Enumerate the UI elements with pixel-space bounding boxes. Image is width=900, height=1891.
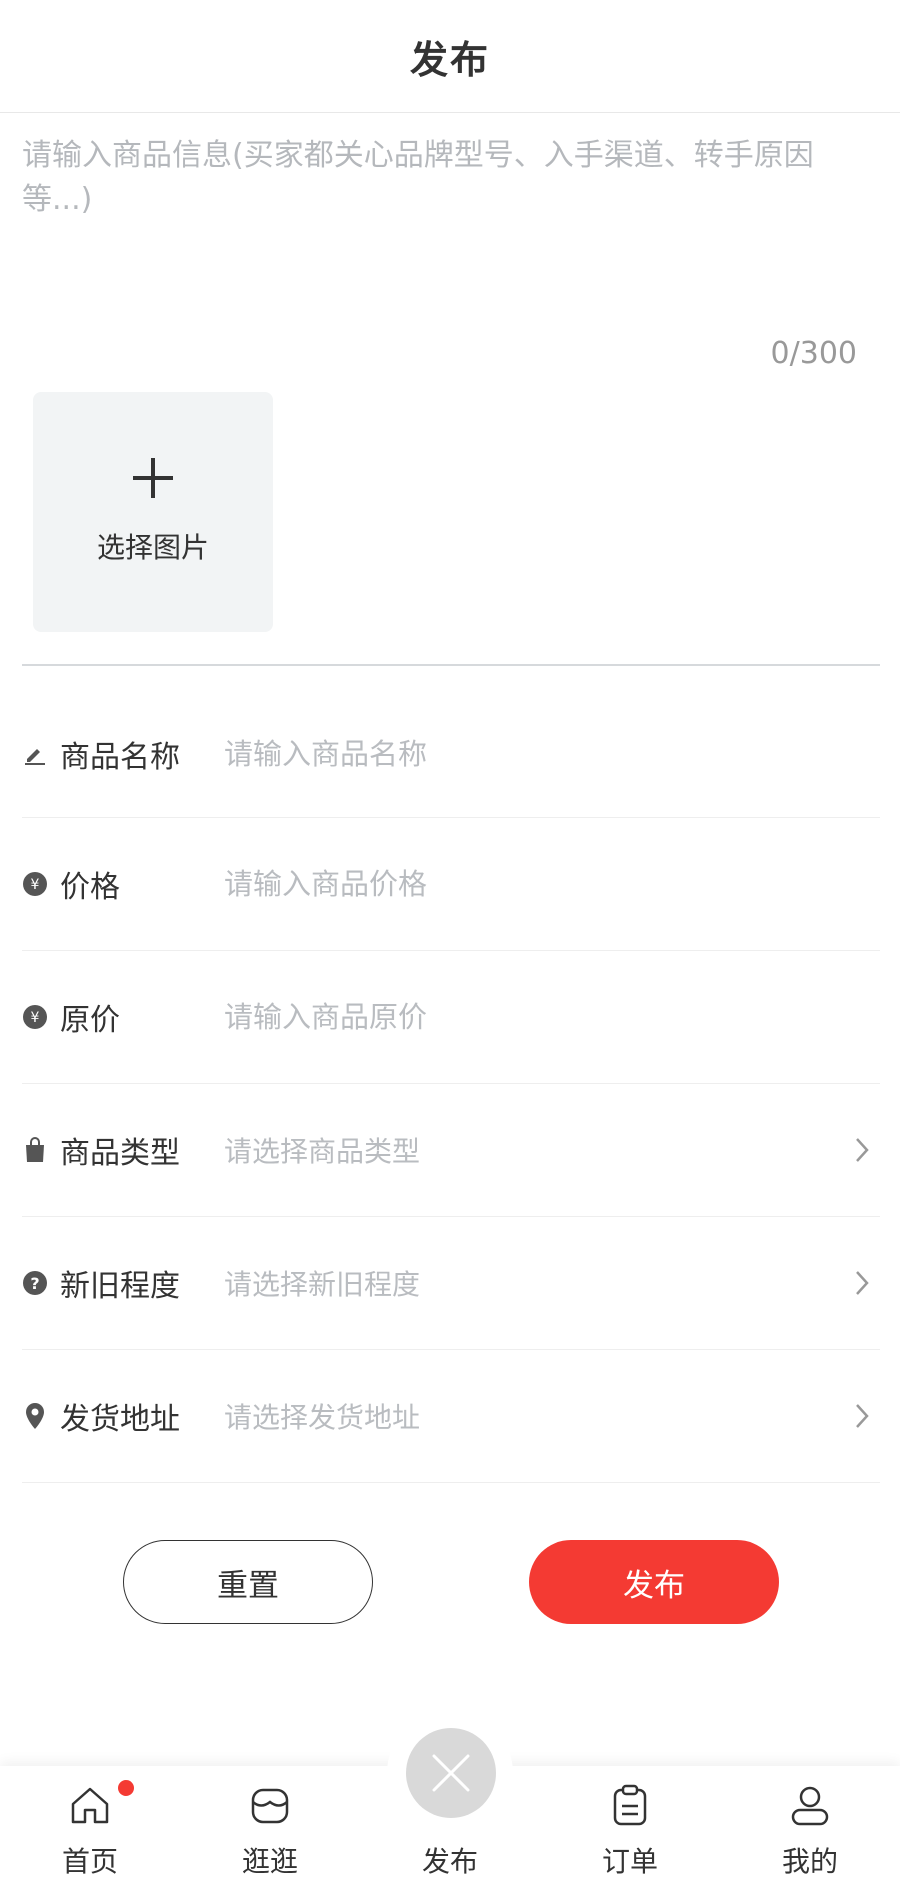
home-icon [71, 1787, 109, 1824]
plus-icon [133, 458, 173, 498]
price-input[interactable] [224, 854, 880, 914]
reset-button[interactable]: 重置 [123, 1540, 373, 1624]
form-row-name: 商品名称 [22, 690, 880, 818]
field-label-original-price: 原价 [60, 1003, 120, 1038]
yen-icon: ¥ [22, 871, 48, 897]
product-form: 商品名称 ¥ 价格 ¥ 原价 商品类型 请选择商品类型 ? 新旧程度 请选择新旧… [22, 690, 880, 1483]
clipboard-icon [613, 1784, 647, 1826]
tab-label-orders: 订单 [601, 1845, 658, 1878]
shop-icon [251, 1788, 289, 1824]
tab-publish[interactable]: 发布 [390, 1776, 510, 1886]
bag-icon [22, 1137, 48, 1163]
section-divider [22, 664, 880, 666]
description-placeholder: 请输入商品信息(买家都关心品牌型号、入手渠道、转手原因等...) [22, 138, 814, 217]
yen-icon: ¥ [22, 1004, 48, 1030]
field-label-category: 商品类型 [60, 1136, 180, 1171]
field-label-condition: 新旧程度 [60, 1269, 180, 1304]
form-row-condition[interactable]: ? 新旧程度 请选择新旧程度 [22, 1217, 880, 1350]
chevron-right-icon [848, 1402, 876, 1430]
field-label-name: 商品名称 [60, 739, 180, 775]
field-label-price: 价格 [60, 870, 120, 905]
select-image-label: 选择图片 [96, 531, 209, 564]
category-select[interactable]: 请选择商品类型 [224, 1130, 848, 1170]
tab-label-home: 首页 [61, 1845, 118, 1878]
user-icon [791, 1786, 829, 1826]
question-icon: ? [22, 1270, 48, 1296]
pencil-icon [22, 741, 48, 767]
publish-button[interactable]: 发布 [529, 1540, 779, 1624]
chevron-right-icon [848, 1269, 876, 1297]
tab-label-profile: 我的 [781, 1845, 838, 1878]
header-bar: 发布 [0, 0, 900, 113]
tab-label-browse: 逛逛 [241, 1845, 298, 1878]
form-row-original-price: ¥ 原价 [22, 951, 880, 1084]
description-textarea[interactable]: 请输入商品信息(买家都关心品牌型号、入手渠道、转手原因等...) [22, 134, 882, 324]
page-title: 发布 [409, 37, 490, 82]
location-pin-icon [22, 1403, 48, 1429]
svg-text:¥: ¥ [31, 877, 40, 893]
notification-badge [118, 1780, 134, 1796]
character-counter: 0/300 [770, 336, 857, 371]
field-label-address: 发货地址 [60, 1402, 180, 1437]
form-row-category[interactable]: 商品类型 请选择商品类型 [22, 1084, 880, 1217]
original-price-input[interactable] [224, 987, 880, 1047]
tab-profile[interactable]: 我的 [750, 1776, 870, 1886]
tab-browse[interactable]: 逛逛 [210, 1776, 330, 1886]
address-select[interactable]: 请选择发货地址 [224, 1396, 848, 1436]
form-row-price: ¥ 价格 [22, 818, 880, 951]
svg-text:¥: ¥ [31, 1010, 40, 1026]
form-row-address[interactable]: 发货地址 请选择发货地址 [22, 1350, 880, 1483]
tab-label-publish: 发布 [421, 1845, 478, 1878]
tab-orders[interactable]: 订单 [570, 1776, 690, 1886]
chevron-right-icon [848, 1136, 876, 1164]
condition-select[interactable]: 请选择新旧程度 [224, 1263, 848, 1303]
svg-text:?: ? [30, 1274, 39, 1293]
select-image-button[interactable]: 选择图片 [33, 392, 273, 632]
product-name-input[interactable] [224, 723, 880, 784]
